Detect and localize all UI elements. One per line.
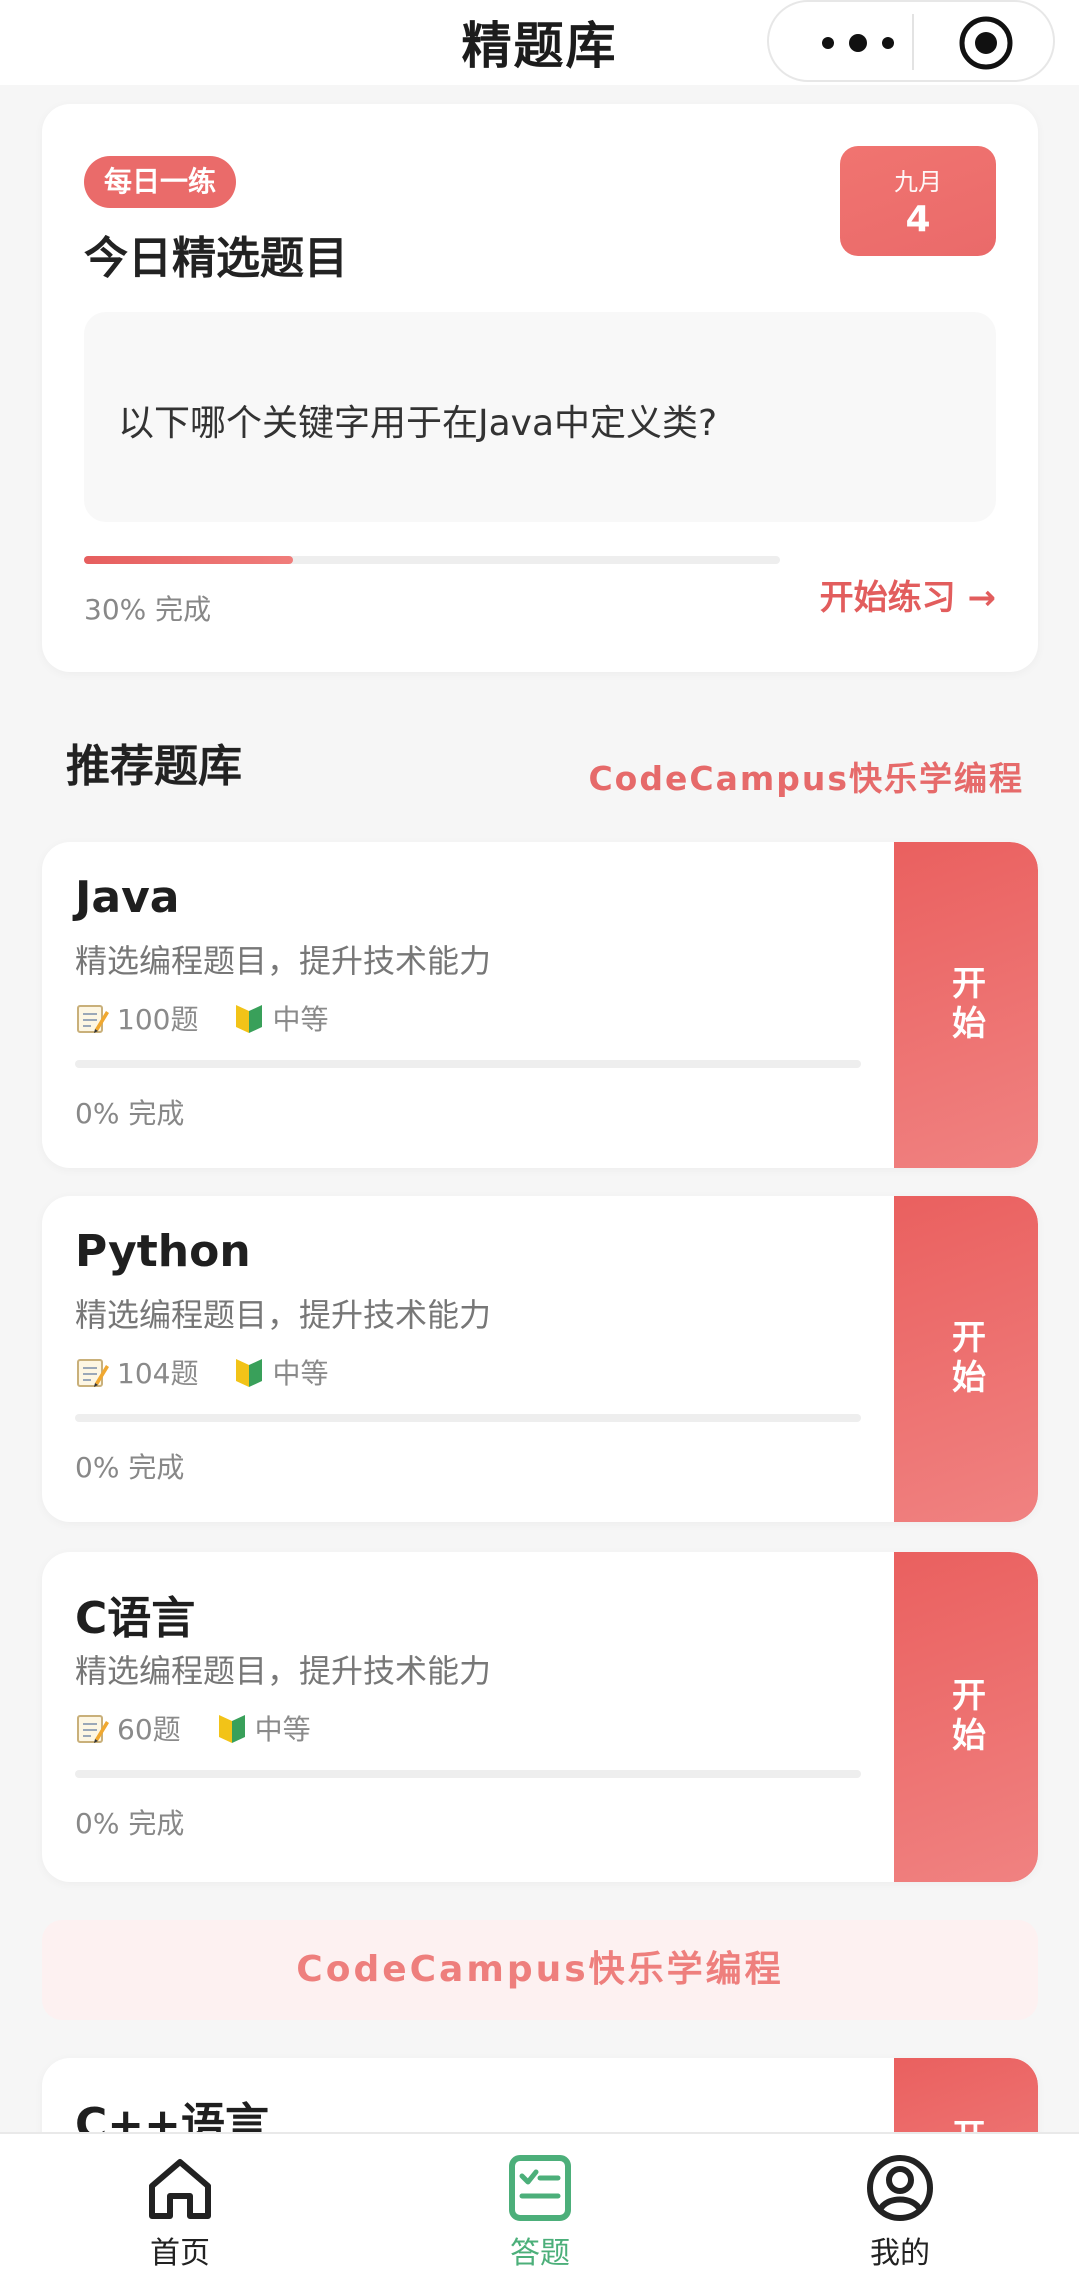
- daily-practice-card: 每日一练 今日精选题目 九月 4 以下哪个关键字用于在Java中定义类? 30%…: [42, 104, 1038, 672]
- bank-meta: 104题 中等: [75, 1352, 358, 1392]
- profile-icon: [867, 2155, 933, 2221]
- bank-count: 100题: [117, 1003, 199, 1036]
- bank-name: Java: [75, 872, 180, 923]
- tab-bar: 首页 答题 我的: [0, 2132, 1079, 2284]
- close-mini-program-icon[interactable]: [957, 14, 1015, 72]
- date-month: 九月: [894, 168, 942, 196]
- bank-progress-text: 0% 完成: [75, 1097, 185, 1130]
- bank-progress-bar: [75, 1414, 861, 1422]
- capsule-divider: [912, 14, 914, 70]
- more-icon[interactable]: [813, 28, 903, 58]
- bank-count: 104题: [117, 1357, 199, 1390]
- home-icon: [149, 2159, 211, 2219]
- beginner-icon: [236, 1005, 263, 1033]
- daily-progress-text: 30% 完成: [84, 593, 212, 626]
- date-day: 4: [905, 199, 931, 240]
- nav-header: 精题库: [0, 0, 1079, 85]
- bank-card-c[interactable]: C语言 精选编程题目，提升技术能力 60题 中等 0% 完成 开始: [42, 1552, 1038, 1882]
- promo-banner[interactable]: CodeCampus快乐学编程: [42, 1920, 1038, 2020]
- bank-level: 中等: [254, 1713, 311, 1746]
- memo-icon: [77, 1005, 109, 1033]
- bank-name: Python: [75, 1226, 251, 1277]
- bank-level: 中等: [272, 1003, 329, 1036]
- memo-icon: [77, 1359, 109, 1387]
- bank-desc: 精选编程题目，提升技术能力: [75, 1652, 492, 1690]
- bank-desc: 精选编程题目，提升技术能力: [75, 1296, 492, 1334]
- bank-meta: 60题 中等: [75, 1708, 341, 1748]
- bank-count: 60题: [117, 1713, 181, 1746]
- quiz-icon: [509, 2155, 571, 2221]
- bank-meta: 100题 中等: [75, 998, 358, 1038]
- bank-progress-text: 0% 完成: [75, 1807, 185, 1840]
- daily-question-text: 以下哪个关键字用于在Java中定义类?: [118, 403, 718, 444]
- beginner-icon: [236, 1359, 263, 1387]
- mini-program-capsule: [767, 0, 1055, 82]
- section-title: 推荐题库: [66, 741, 242, 792]
- tab-quiz[interactable]: 答题: [440, 2152, 640, 2272]
- bank-start-button[interactable]: 开始: [894, 842, 1038, 1168]
- bank-start-button[interactable]: 开始: [894, 1196, 1038, 1522]
- daily-title: 今日精选题目: [84, 233, 348, 284]
- start-practice-link[interactable]: 开始练习 →: [820, 570, 996, 619]
- bank-card-java[interactable]: Java 精选编程题目，提升技术能力 100题 中等 0% 完成 开始: [42, 842, 1038, 1168]
- bank-start-button[interactable]: 开始: [894, 1552, 1038, 1882]
- daily-question-box[interactable]: 以下哪个关键字用于在Java中定义类?: [84, 312, 996, 522]
- daily-progress-bar: [84, 556, 780, 564]
- memo-icon: [77, 1715, 109, 1743]
- bank-name: C语言: [75, 1593, 196, 1644]
- bank-desc: 精选编程题目，提升技术能力: [75, 942, 492, 980]
- tab-label: 我的: [870, 2236, 930, 2271]
- tab-home[interactable]: 首页: [80, 2152, 280, 2272]
- section-tag: CodeCampus快乐学编程: [588, 759, 1024, 798]
- bank-progress-bar: [75, 1060, 861, 1068]
- bank-level: 中等: [272, 1357, 329, 1390]
- daily-badge: 每日一练: [84, 156, 237, 208]
- beginner-icon: [218, 1715, 245, 1743]
- date-box: 九月 4: [840, 146, 996, 256]
- bank-progress-text: 0% 完成: [75, 1451, 185, 1484]
- daily-progress-fill: [84, 556, 293, 564]
- bank-progress-bar: [75, 1770, 861, 1778]
- tab-profile[interactable]: 我的: [800, 2152, 1000, 2272]
- tab-label: 答题: [510, 2236, 570, 2271]
- bank-card-python[interactable]: Python 精选编程题目，提升技术能力 104题 中等 0% 完成 开始: [42, 1196, 1038, 1522]
- tab-label: 首页: [150, 2236, 210, 2271]
